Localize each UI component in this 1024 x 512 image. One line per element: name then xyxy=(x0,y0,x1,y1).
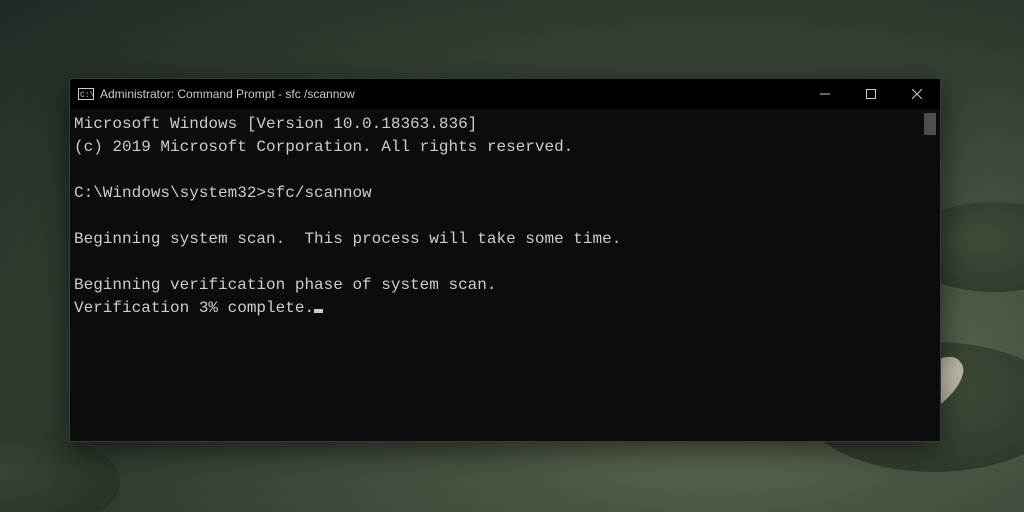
window-title: Administrator: Command Prompt - sfc /sca… xyxy=(100,87,355,101)
console-progress-line: Verification 3% complete. xyxy=(74,299,314,317)
console-line: Beginning verification phase of system s… xyxy=(74,276,496,294)
console-prompt-line: C:\Windows\system32>sfc/scannow xyxy=(74,184,372,202)
lily-pad xyxy=(0,432,120,512)
console-body[interactable]: Microsoft Windows [Version 10.0.18363.83… xyxy=(70,109,940,441)
minimize-button[interactable] xyxy=(802,79,848,109)
close-button[interactable] xyxy=(894,79,940,109)
console-line: (c) 2019 Microsoft Corporation. All righ… xyxy=(74,138,573,156)
console-output: Microsoft Windows [Version 10.0.18363.83… xyxy=(74,113,922,437)
console-line: Beginning system scan. This process will… xyxy=(74,230,621,248)
cmd-icon: C:\ xyxy=(78,86,94,102)
vertical-scrollbar[interactable] xyxy=(922,113,938,437)
svg-text:C:\: C:\ xyxy=(80,91,94,100)
console-line: Microsoft Windows [Version 10.0.18363.83… xyxy=(74,115,477,133)
scrollbar-thumb[interactable] xyxy=(924,113,936,135)
command-prompt-window: C:\ Administrator: Command Prompt - sfc … xyxy=(69,78,941,442)
text-cursor xyxy=(314,309,323,313)
titlebar[interactable]: C:\ Administrator: Command Prompt - sfc … xyxy=(70,79,940,109)
maximize-button[interactable] xyxy=(848,79,894,109)
